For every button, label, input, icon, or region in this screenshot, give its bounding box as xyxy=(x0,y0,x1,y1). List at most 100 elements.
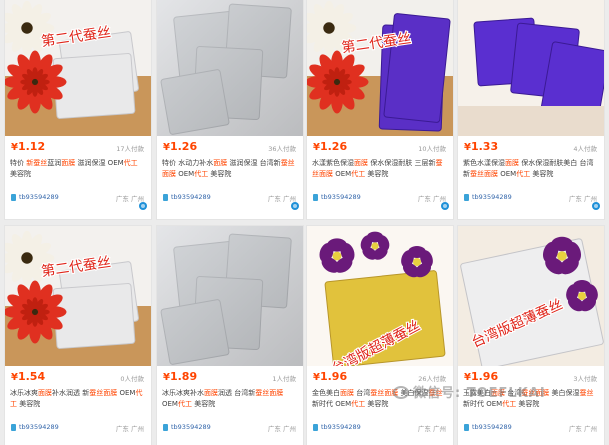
price-row: ¥1.26 10人付款 xyxy=(312,139,448,155)
title-keyword: 面膜 xyxy=(354,159,368,167)
title-keyword: 代工 xyxy=(177,400,192,408)
seller-location: 广东 广州 xyxy=(115,425,144,433)
seller-location: 广东 广州 xyxy=(568,425,597,433)
shop-name-link[interactable]: tb93594289 xyxy=(171,193,211,201)
product-info: ¥1.26 10人付款水漾紫色保湿面膜 保水保湿耐肤 三层新蚕丝面膜 OEM代工 … xyxy=(307,136,453,216)
product-image[interactable]: 台湾版超薄蚕丝 xyxy=(307,226,453,366)
product-image[interactable]: 第二代蚕丝 xyxy=(5,0,151,136)
title-text: 美容院 xyxy=(208,170,232,178)
product-card[interactable]: 台湾版超薄蚕丝 ¥1.96 26人付款 金色美白面膜 台湾蚕丝面膜 美白保湿蚕丝 新时… xyxy=(306,225,454,445)
product-card[interactable]: 第二代蚕丝 ¥1.26 10人付款 水漾紫色保湿面膜 保水保湿耐肤 三层新蚕丝面膜 O… xyxy=(306,0,454,220)
product-image[interactable]: 台湾版超薄蚕丝 xyxy=(458,226,604,366)
price-value: 1.89 xyxy=(169,370,198,383)
product-card[interactable]: 第二代蚕丝 ¥1.12 17人付款特价 新蚕丝蓝润面膜 滋润保湿 OEM代工 美容院… xyxy=(4,0,152,220)
title-text: 新时代 OEM xyxy=(312,400,352,408)
shop-icon xyxy=(11,424,16,431)
shop-icon xyxy=(464,424,469,431)
title-keyword: 蚕丝 xyxy=(470,170,484,178)
shop-name-link[interactable]: tb93594289 xyxy=(19,193,59,201)
title-keyword: 面膜 xyxy=(162,170,176,178)
shop-row: tb93594289 广东 广州 xyxy=(312,422,448,434)
shop-row: tb93594289 广东 广州 xyxy=(463,422,599,434)
title-text: OEM xyxy=(333,170,352,178)
title-keyword: 蚕丝 xyxy=(89,389,104,397)
product-title-link[interactable]: 特价 新蚕丝蓝润面膜 滋润保湿 OEM代工 美容院 xyxy=(10,158,146,191)
chat-icon[interactable] xyxy=(592,202,600,210)
title-keyword: 面膜 xyxy=(340,389,354,397)
shop-row: tb93594289 广东 广州 xyxy=(162,422,298,434)
product-card[interactable]: 台湾版超薄蚕丝 ¥1.96 3人付款 玉露美白面膜 台湾蚕丝面膜 美白保湿蚕丝 新时代… xyxy=(457,225,605,445)
title-text: 美容院 xyxy=(365,170,389,178)
currency-symbol: ¥ xyxy=(464,142,471,153)
price: ¥1.12 xyxy=(11,140,45,153)
title-text: 润透 台湾新 xyxy=(218,389,256,397)
currency-symbol: ¥ xyxy=(313,372,320,383)
shop-name-link[interactable]: tb93594289 xyxy=(321,193,361,201)
title-text: 保水保湿耐肤 三层新 xyxy=(368,159,436,167)
product-info: ¥1.96 3人付款 玉露美白面膜 台湾蚕丝面膜 美白保湿蚕丝 新时代 OEM代工 … xyxy=(458,366,604,445)
price: ¥1.26 xyxy=(163,140,197,153)
price: ¥1.96 xyxy=(313,370,347,383)
price-row: ¥1.12 17人付款 xyxy=(10,139,146,155)
title-text: OEM xyxy=(176,170,195,178)
product-image[interactable] xyxy=(157,226,303,366)
shop-name-link[interactable]: tb93594289 xyxy=(472,423,512,431)
price-row: ¥1.89 1人付款 xyxy=(162,369,298,385)
product-image[interactable] xyxy=(458,0,604,136)
product-card[interactable]: ¥1.33 4人付款紫色水漾保湿面膜 保水保湿耐肤美白 台湾新蚕丝面膜 OEM代工… xyxy=(457,0,605,220)
price-value: 1.12 xyxy=(17,140,46,153)
product-image-graphic: 第二代蚕丝 xyxy=(5,0,151,136)
product-image-graphic: 第二代蚕丝 xyxy=(307,0,453,136)
chat-icon[interactable] xyxy=(291,202,299,210)
sales-count: 36人付款 xyxy=(268,145,296,153)
sales-count: 10人付款 xyxy=(418,145,446,153)
product-card[interactable]: 第二代蚕丝 ¥1.54 0人付款 冰乐冰爽面膜补水润透 新蚕丝面膜 OEM代工 美容院… xyxy=(4,225,152,445)
product-image[interactable] xyxy=(157,0,303,136)
product-image[interactable]: 第二代蚕丝 xyxy=(5,226,151,366)
product-card[interactable]: ¥1.89 1人付款 冰乐冰爽补水面膜润透 台湾新蚕丝面膜 OEM代工 美容院 tb9… xyxy=(156,225,304,445)
price: ¥1.54 xyxy=(11,370,45,383)
sales-count: 4人付款 xyxy=(573,145,597,153)
title-keyword: 蚕丝 xyxy=(370,389,385,397)
shop-name-link[interactable]: tb93594289 xyxy=(321,423,361,431)
title-keyword: 面膜 xyxy=(319,170,333,178)
price-value: 1.54 xyxy=(17,370,46,383)
title-text: OEM xyxy=(498,170,517,178)
wechat-icon xyxy=(393,386,409,399)
currency-symbol: ¥ xyxy=(313,142,320,153)
seller-location: 广东 广州 xyxy=(417,425,446,433)
seller-location: 广东 广州 xyxy=(417,195,446,203)
product-info: ¥1.96 26人付款 金色美白面膜 台湾蚕丝面膜 美白保湿蚕丝 新时代 OEM代工… xyxy=(307,366,453,445)
product-title-link[interactable]: 水漾紫色保湿面膜 保水保湿耐肤 三层新蚕丝面膜 OEM代工 美容院 xyxy=(312,158,448,191)
price-value: 1.33 xyxy=(470,140,499,153)
shop-row: tb93594289 广东 广州 xyxy=(10,422,146,434)
shop-icon xyxy=(11,194,16,201)
title-keyword: 面膜 xyxy=(484,170,498,178)
title-keyword: 面膜 xyxy=(269,389,284,397)
title-keyword: 面膜 xyxy=(103,389,118,397)
currency-symbol: ¥ xyxy=(163,372,170,383)
chat-icon[interactable] xyxy=(441,202,449,210)
product-title-link[interactable]: 特价 水动力补水面膜 滋润保湿 台湾新蚕丝面膜 OEM代工 美容院 xyxy=(162,158,298,191)
shop-name-link[interactable]: tb93594289 xyxy=(171,423,211,431)
product-info: ¥1.33 4人付款紫色水漾保湿面膜 保水保湿耐肤美白 台湾新蚕丝面膜 OEM代工… xyxy=(458,136,604,216)
seller-location: 广东 广州 xyxy=(115,195,144,203)
shop-name-link[interactable]: tb93594289 xyxy=(472,193,512,201)
title-keyword: 代工 xyxy=(351,400,366,408)
currency-symbol: ¥ xyxy=(163,142,170,153)
sales-count: 17人付款 xyxy=(116,145,144,153)
title-keyword: 面膜 xyxy=(213,159,228,167)
title-keyword: 面膜 xyxy=(61,159,76,167)
price: ¥1.89 xyxy=(163,370,197,383)
price: ¥1.33 xyxy=(464,140,498,153)
product-title-link[interactable]: 紫色水漾保湿面膜 保水保湿耐肤美白 台湾新蚕丝面膜 OEM代工 美容院 xyxy=(463,158,599,191)
product-card[interactable]: ¥1.26 36人付款特价 水动力补水面膜 滋润保湿 台湾新蚕丝面膜 OEM代工 … xyxy=(156,0,304,220)
product-title-link[interactable]: 冰乐冰爽面膜补水润透 新蚕丝面膜 OEM代工 美容院 xyxy=(10,388,146,421)
product-title-link[interactable]: 冰乐冰爽补水面膜润透 台湾新蚕丝面膜 OEM代工 美容院 xyxy=(162,388,298,421)
product-info: ¥1.12 17人付款特价 新蚕丝蓝润面膜 滋润保湿 OEM代工 美容院 tb935… xyxy=(5,136,151,216)
title-text: 美容院 xyxy=(17,400,41,408)
shop-name-link[interactable]: tb93594289 xyxy=(19,423,59,431)
product-image[interactable]: 第二代蚕丝 xyxy=(307,0,453,136)
title-text: 补水润透 新 xyxy=(52,389,90,397)
chat-icon[interactable] xyxy=(139,202,147,210)
